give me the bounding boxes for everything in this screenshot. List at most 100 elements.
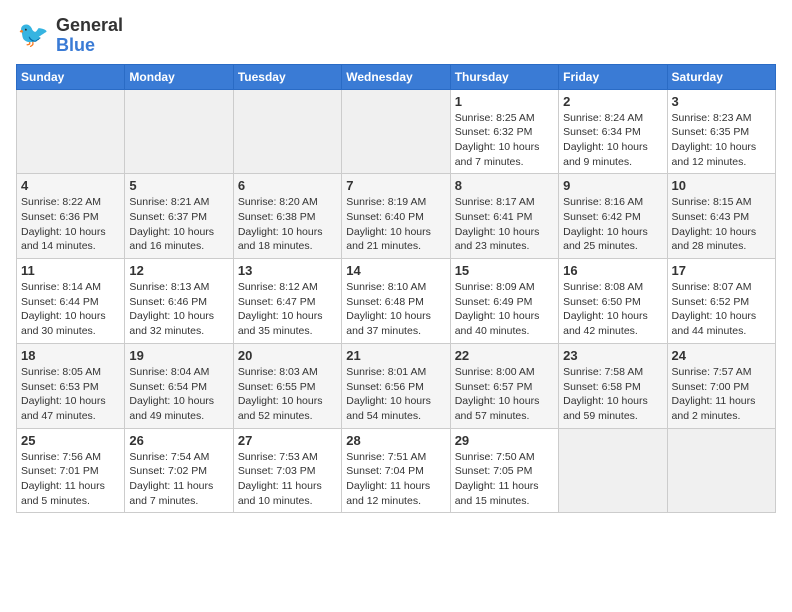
page-header: 🐦 General Blue — [16, 16, 776, 56]
day-number: 29 — [455, 433, 554, 448]
calendar-header-wednesday: Wednesday — [342, 64, 450, 89]
calendar-header-row: SundayMondayTuesdayWednesdayThursdayFrid… — [17, 64, 776, 89]
logo-general: General — [56, 15, 123, 35]
day-info: Sunrise: 8:12 AMSunset: 6:47 PMDaylight:… — [238, 280, 337, 339]
day-number: 14 — [346, 263, 445, 278]
day-number: 10 — [672, 178, 771, 193]
day-number: 17 — [672, 263, 771, 278]
svg-text:🐦: 🐦 — [18, 21, 49, 49]
calendar-cell: 1 Sunrise: 8:25 AMSunset: 6:32 PMDaylight… — [450, 89, 558, 174]
day-info: Sunrise: 8:15 AMSunset: 6:43 PMDaylight:… — [672, 195, 771, 254]
calendar-cell — [125, 89, 233, 174]
calendar-table: SundayMondayTuesdayWednesdayThursdayFrid… — [16, 64, 776, 514]
calendar-cell — [233, 89, 341, 174]
calendar-header-sunday: Sunday — [17, 64, 125, 89]
calendar-cell — [17, 89, 125, 174]
calendar-cell: 4Sunrise: 8:22 AMSunset: 6:36 PMDaylight… — [17, 174, 125, 259]
calendar-cell: 16Sunrise: 8:08 AMSunset: 6:50 PMDayligh… — [559, 259, 667, 344]
logo-text: General Blue — [56, 16, 123, 56]
calendar-cell: 28 Sunrise: 7:51 AMSunset: 7:04 PMDayligh… — [342, 428, 450, 513]
day-number: 12 — [129, 263, 228, 278]
logo-icon: 🐦 — [16, 18, 52, 54]
calendar-header-monday: Monday — [125, 64, 233, 89]
calendar-cell: 12 Sunrise: 8:13 AMSunset: 6:46 PMDayligh… — [125, 259, 233, 344]
calendar-cell: 11Sunrise: 8:14 AMSunset: 6:44 PMDayligh… — [17, 259, 125, 344]
day-info: Sunrise: 8:10 AMSunset: 6:48 PMDaylight:… — [346, 280, 445, 339]
day-info: Sunrise: 8:03 AMSunset: 6:55 PMDaylight:… — [238, 365, 337, 424]
day-number: 18 — [21, 348, 120, 363]
calendar-cell: 8 Sunrise: 8:17 AMSunset: 6:41 PMDaylight… — [450, 174, 558, 259]
day-number: 6 — [238, 178, 337, 193]
day-info: Sunrise: 7:54 AMSunset: 7:02 PMDaylight:… — [129, 450, 228, 509]
day-info: Sunrise: 8:21 AMSunset: 6:37 PMDaylight:… — [129, 195, 228, 254]
calendar-header-thursday: Thursday — [450, 64, 558, 89]
day-info: Sunrise: 8:22 AMSunset: 6:36 PMDaylight:… — [21, 195, 120, 254]
day-number: 9 — [563, 178, 662, 193]
calendar-cell: 25Sunrise: 7:56 AMSunset: 7:01 PMDayligh… — [17, 428, 125, 513]
calendar-cell: 21 Sunrise: 8:01 AMSunset: 6:56 PMDayligh… — [342, 343, 450, 428]
calendar-cell: 27 Sunrise: 7:53 AMSunset: 7:03 PMDayligh… — [233, 428, 341, 513]
day-info: Sunrise: 8:16 AMSunset: 6:42 PMDaylight:… — [563, 195, 662, 254]
day-info: Sunrise: 8:14 AMSunset: 6:44 PMDaylight:… — [21, 280, 120, 339]
calendar-cell: 7 Sunrise: 8:19 AMSunset: 6:40 PMDaylight… — [342, 174, 450, 259]
day-number: 2 — [563, 94, 662, 109]
day-number: 26 — [129, 433, 228, 448]
calendar-header-saturday: Saturday — [667, 64, 775, 89]
calendar-cell — [559, 428, 667, 513]
calendar-week-2: 4Sunrise: 8:22 AMSunset: 6:36 PMDaylight… — [17, 174, 776, 259]
calendar-week-3: 11Sunrise: 8:14 AMSunset: 6:44 PMDayligh… — [17, 259, 776, 344]
day-info: Sunrise: 7:58 AMSunset: 6:58 PMDaylight:… — [563, 365, 662, 424]
calendar-cell: 24Sunrise: 7:57 AMSunset: 7:00 PMDayligh… — [667, 343, 775, 428]
calendar-header-tuesday: Tuesday — [233, 64, 341, 89]
calendar-cell: 14 Sunrise: 8:10 AMSunset: 6:48 PMDayligh… — [342, 259, 450, 344]
calendar-cell: 9 Sunrise: 8:16 AMSunset: 6:42 PMDaylight… — [559, 174, 667, 259]
calendar-cell: 6 Sunrise: 8:20 AMSunset: 6:38 PMDaylight… — [233, 174, 341, 259]
day-number: 3 — [672, 94, 771, 109]
calendar-cell — [667, 428, 775, 513]
day-number: 22 — [455, 348, 554, 363]
logo-blue: Blue — [56, 35, 95, 55]
day-info: Sunrise: 8:09 AMSunset: 6:49 PMDaylight:… — [455, 280, 554, 339]
calendar-cell: 10 Sunrise: 8:15 AMSunset: 6:43 PMDayligh… — [667, 174, 775, 259]
day-info: Sunrise: 7:57 AMSunset: 7:00 PMDaylight:… — [672, 365, 771, 424]
day-number: 19 — [129, 348, 228, 363]
calendar-cell: 19 Sunrise: 8:04 AMSunset: 6:54 PMDayligh… — [125, 343, 233, 428]
calendar-cell — [342, 89, 450, 174]
day-info: Sunrise: 8:01 AMSunset: 6:56 PMDaylight:… — [346, 365, 445, 424]
calendar-cell: 2Sunrise: 8:24 AMSunset: 6:34 PMDaylight… — [559, 89, 667, 174]
day-info: Sunrise: 7:50 AMSunset: 7:05 PMDaylight:… — [455, 450, 554, 509]
day-info: Sunrise: 8:17 AMSunset: 6:41 PMDaylight:… — [455, 195, 554, 254]
day-info: Sunrise: 8:19 AMSunset: 6:40 PMDaylight:… — [346, 195, 445, 254]
day-number: 13 — [238, 263, 337, 278]
day-info: Sunrise: 8:25 AMSunset: 6:32 PMDaylight:… — [455, 111, 554, 170]
day-info: Sunrise: 8:20 AMSunset: 6:38 PMDaylight:… — [238, 195, 337, 254]
day-number: 20 — [238, 348, 337, 363]
calendar-cell: 22 Sunrise: 8:00 AMSunset: 6:57 PMDayligh… — [450, 343, 558, 428]
calendar-cell: 20 Sunrise: 8:03 AMSunset: 6:55 PMDayligh… — [233, 343, 341, 428]
day-info: Sunrise: 8:05 AMSunset: 6:53 PMDaylight:… — [21, 365, 120, 424]
day-number: 1 — [455, 94, 554, 109]
day-info: Sunrise: 8:00 AMSunset: 6:57 PMDaylight:… — [455, 365, 554, 424]
day-info: Sunrise: 7:51 AMSunset: 7:04 PMDaylight:… — [346, 450, 445, 509]
day-number: 8 — [455, 178, 554, 193]
calendar-cell: 26 Sunrise: 7:54 AMSunset: 7:02 PMDayligh… — [125, 428, 233, 513]
day-info: Sunrise: 8:04 AMSunset: 6:54 PMDaylight:… — [129, 365, 228, 424]
calendar-cell: 13 Sunrise: 8:12 AMSunset: 6:47 PMDayligh… — [233, 259, 341, 344]
day-info: Sunrise: 7:53 AMSunset: 7:03 PMDaylight:… — [238, 450, 337, 509]
day-number: 27 — [238, 433, 337, 448]
day-number: 16 — [563, 263, 662, 278]
calendar-week-4: 18 Sunrise: 8:05 AMSunset: 6:53 PMDayligh… — [17, 343, 776, 428]
logo: 🐦 General Blue — [16, 16, 123, 56]
day-number: 5 — [129, 178, 228, 193]
day-number: 28 — [346, 433, 445, 448]
calendar-cell: 17Sunrise: 8:07 AMSunset: 6:52 PMDayligh… — [667, 259, 775, 344]
calendar-cell: 15Sunrise: 8:09 AMSunset: 6:49 PMDayligh… — [450, 259, 558, 344]
day-number: 21 — [346, 348, 445, 363]
day-info: Sunrise: 8:23 AMSunset: 6:35 PMDaylight:… — [672, 111, 771, 170]
day-number: 7 — [346, 178, 445, 193]
calendar-week-1: 1 Sunrise: 8:25 AMSunset: 6:32 PMDaylight… — [17, 89, 776, 174]
day-info: Sunrise: 8:13 AMSunset: 6:46 PMDaylight:… — [129, 280, 228, 339]
calendar-header-friday: Friday — [559, 64, 667, 89]
day-info: Sunrise: 7:56 AMSunset: 7:01 PMDaylight:… — [21, 450, 120, 509]
calendar-cell: 5 Sunrise: 8:21 AMSunset: 6:37 PMDaylight… — [125, 174, 233, 259]
